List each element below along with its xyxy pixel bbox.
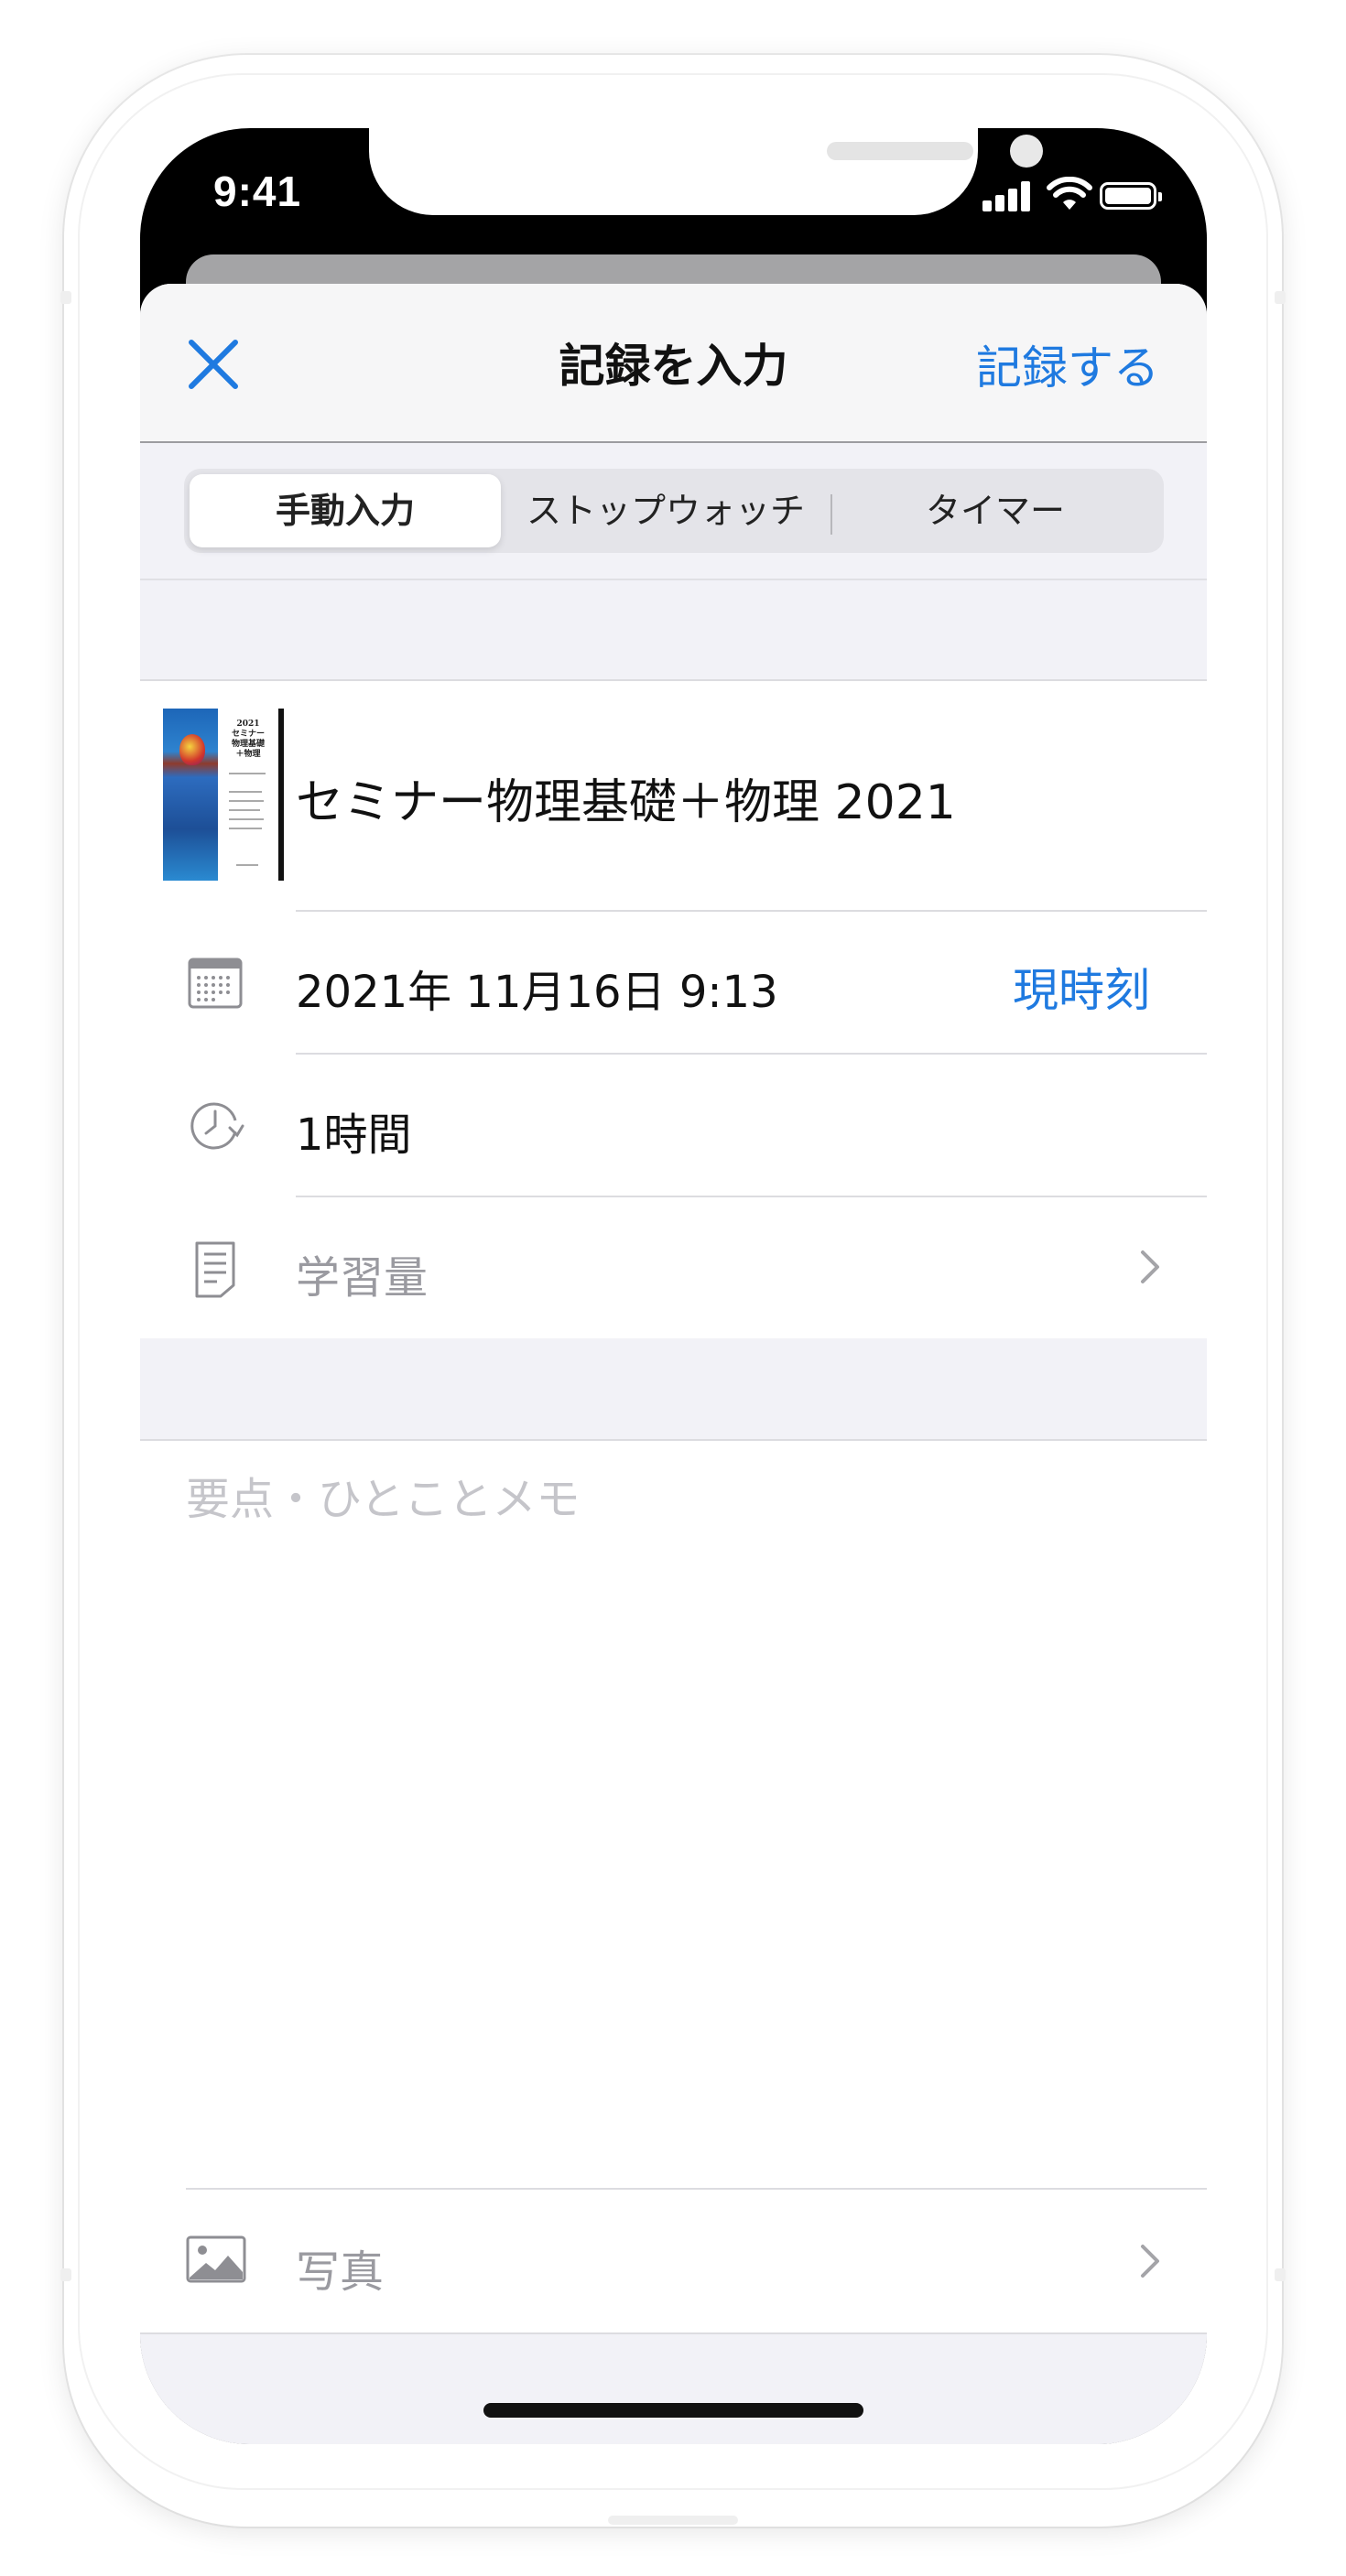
record-entry-sheet: 記録を入力 記録する 手動入力 ストップウォッチ タイマー 2021 セミナー 物理… (140, 284, 1207, 2444)
bottom-area (140, 2332, 1207, 2444)
status-bar: 9:41 (140, 128, 1207, 265)
record-button[interactable]: 記録する (976, 331, 1159, 397)
status-time: 9:41 (213, 168, 302, 215)
status-icons (982, 177, 1166, 215)
amount-placeholder: 学習量 (296, 1252, 429, 1304)
mode-segmented-control: 手動入力 ストップウォッチ タイマー (184, 469, 1164, 553)
datetime-row[interactable]: 2021年 11月16日 9:13 現時刻 (140, 910, 1207, 1053)
photo-label: 写真 (296, 2246, 385, 2298)
book-cover-image: 2021 セミナー 物理基礎 ＋物理 (163, 709, 284, 881)
divider (140, 579, 1207, 580)
side-button (1275, 291, 1286, 304)
datetime-value: 2021年 11月16日 9:13 (296, 967, 778, 1018)
photo-icon (186, 2235, 246, 2283)
phone-screen: 9:41 記録を入力 記録する 手動入力 ストップウォッチ タイマー 2021 … (140, 128, 1207, 2444)
speaker (827, 142, 973, 160)
notch (369, 128, 1043, 215)
battery-icon (1100, 182, 1162, 210)
document-icon (195, 1241, 235, 1298)
side-button (60, 291, 71, 304)
side-button (60, 2268, 71, 2281)
segment-timer[interactable]: タイマー (832, 474, 1158, 547)
side-button (1275, 2268, 1286, 2281)
memo-field[interactable]: 要点・ひとことメモ (140, 1439, 1207, 2296)
duration-value: 1時間 (296, 1109, 412, 1161)
record-details-group: 2021 セミナー 物理基礎 ＋物理 セミナー物理基礎＋物理 2021 2021… (140, 679, 1207, 1342)
chevron-right-icon (1141, 2245, 1159, 2278)
calendar-icon (188, 958, 243, 1009)
segment-stopwatch[interactable]: ストップウォッチ (501, 474, 830, 547)
signal-icon (982, 179, 1037, 211)
duration-row[interactable]: 1時間 (140, 1053, 1207, 1196)
wifi-icon (1047, 177, 1092, 210)
chevron-right-icon (1141, 1250, 1159, 1283)
book-cover-text: 2021 セミナー 物理基礎 ＋物理 (231, 720, 265, 759)
row-separator (296, 1196, 1207, 1197)
amount-row[interactable]: 学習量 (140, 1196, 1207, 1338)
book-row[interactable]: 2021 セミナー 物理基礎 ＋物理 セミナー物理基礎＋物理 2021 (140, 681, 1207, 910)
book-title: セミナー物理基礎＋物理 2021 (296, 775, 956, 830)
clock-icon (190, 1102, 244, 1150)
bottom-nub (608, 2516, 738, 2525)
memo-placeholder: 要点・ひとことメモ (186, 1474, 581, 1525)
section-gap (140, 1338, 1207, 1439)
camera (1010, 135, 1043, 168)
home-indicator[interactable] (483, 2403, 863, 2418)
now-button[interactable]: 現時刻 (1013, 954, 1150, 1020)
row-separator (296, 910, 1207, 912)
segment-manual[interactable]: 手動入力 (190, 474, 501, 547)
row-separator (186, 2188, 1207, 2190)
navigation-bar: 記録を入力 記録する (140, 284, 1207, 443)
row-separator (296, 1053, 1207, 1055)
photo-row[interactable]: 写真 (140, 2188, 1207, 2332)
